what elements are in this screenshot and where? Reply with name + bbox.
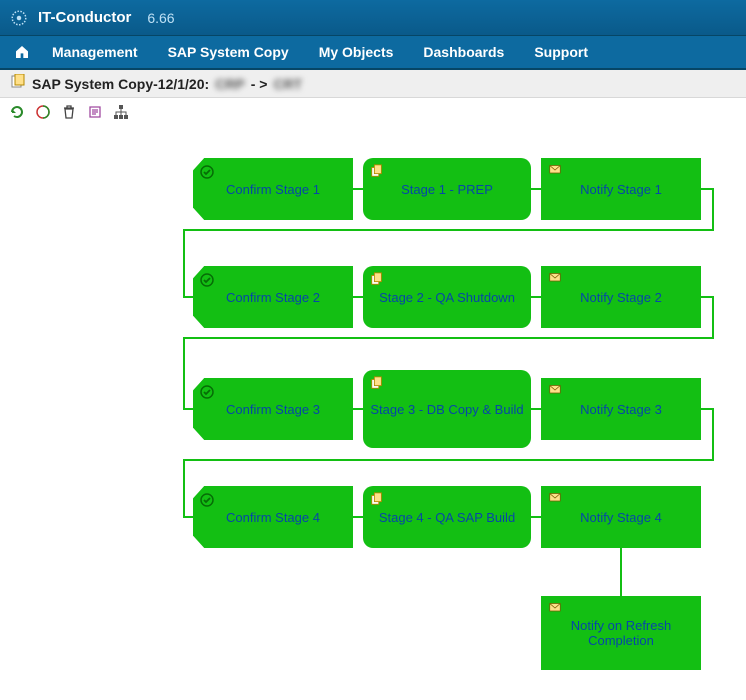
node-label: Notify Stage 4	[580, 510, 662, 525]
node-confirm-stage-3[interactable]: Confirm Stage 3	[193, 378, 353, 440]
node-label: Notify on Refresh Completion	[545, 618, 697, 648]
mail-icon	[547, 602, 563, 618]
menu-dashboards[interactable]: Dashboards	[409, 38, 518, 66]
workflow-canvas: Confirm Stage 1 Stage 1 - PREP Notify St…	[0, 126, 746, 686]
check-icon	[199, 272, 215, 288]
node-stage-4[interactable]: Stage 4 - QA SAP Build	[363, 486, 531, 548]
node-label: Stage 1 - PREP	[401, 182, 493, 197]
node-stage-1[interactable]: Stage 1 - PREP	[363, 158, 531, 220]
copy-icon	[369, 376, 385, 392]
trash-icon	[61, 104, 77, 120]
page-sep: - >	[251, 76, 268, 92]
check-icon	[199, 384, 215, 400]
delete-button[interactable]	[60, 103, 78, 121]
title-bar: IT-Conductor 6.66	[0, 0, 746, 36]
mail-icon	[547, 384, 563, 400]
node-label: Confirm Stage 1	[226, 182, 320, 197]
mail-icon	[547, 272, 563, 288]
run-button[interactable]	[34, 103, 52, 121]
check-icon	[199, 492, 215, 508]
node-label: Notify Stage 3	[580, 402, 662, 417]
menu-sap-system-copy[interactable]: SAP System Copy	[154, 38, 303, 66]
node-confirm-stage-4[interactable]: Confirm Stage 4	[193, 486, 353, 548]
app-logo-icon	[10, 9, 28, 27]
node-label: Notify Stage 1	[580, 182, 662, 197]
copy-icon	[369, 492, 385, 508]
menu-home-button[interactable]	[8, 37, 36, 67]
page-title: SAP System Copy-12/1/20:	[32, 76, 209, 92]
node-stage-3[interactable]: Stage 3 - DB Copy & Build	[363, 370, 531, 448]
node-notify-stage-4[interactable]: Notify Stage 4	[541, 486, 701, 548]
node-label: Stage 3 - DB Copy & Build	[370, 402, 523, 417]
app-version: 6.66	[147, 10, 174, 26]
page-icon	[10, 74, 26, 93]
log-button[interactable]	[86, 103, 104, 121]
action-toolbar	[0, 98, 746, 126]
check-icon	[199, 164, 215, 180]
main-menu: Management SAP System Copy My Objects Da…	[0, 36, 746, 70]
page-header: SAP System Copy-12/1/20: CRP - > CRT	[0, 70, 746, 98]
node-notify-stage-2[interactable]: Notify Stage 2	[541, 266, 701, 328]
page-src: CRP	[215, 76, 245, 92]
refresh-icon	[9, 104, 25, 120]
home-icon	[14, 43, 30, 61]
node-label: Confirm Stage 4	[226, 510, 320, 525]
copy-icon	[369, 272, 385, 288]
menu-my-objects[interactable]: My Objects	[305, 38, 408, 66]
copy-icon	[369, 164, 385, 180]
refresh-button[interactable]	[8, 103, 26, 121]
node-label: Notify Stage 2	[580, 290, 662, 305]
node-label: Confirm Stage 2	[226, 290, 320, 305]
node-stage-2[interactable]: Stage 2 - QA Shutdown	[363, 266, 531, 328]
node-confirm-stage-1[interactable]: Confirm Stage 1	[193, 158, 353, 220]
hierarchy-icon	[113, 104, 129, 120]
node-notify-stage-3[interactable]: Notify Stage 3	[541, 378, 701, 440]
node-label: Stage 4 - QA SAP Build	[379, 510, 515, 525]
node-label: Stage 2 - QA Shutdown	[379, 290, 515, 305]
run-icon	[35, 104, 51, 120]
node-label: Confirm Stage 3	[226, 402, 320, 417]
page-dst: CRT	[273, 76, 302, 92]
log-icon	[87, 104, 103, 120]
node-notify-completion[interactable]: Notify on Refresh Completion	[541, 596, 701, 670]
menu-support[interactable]: Support	[520, 38, 602, 66]
mail-icon	[547, 164, 563, 180]
node-notify-stage-1[interactable]: Notify Stage 1	[541, 158, 701, 220]
app-name: IT-Conductor	[38, 9, 131, 26]
node-confirm-stage-2[interactable]: Confirm Stage 2	[193, 266, 353, 328]
mail-icon	[547, 492, 563, 508]
hierarchy-button[interactable]	[112, 103, 130, 121]
menu-management[interactable]: Management	[38, 38, 152, 66]
